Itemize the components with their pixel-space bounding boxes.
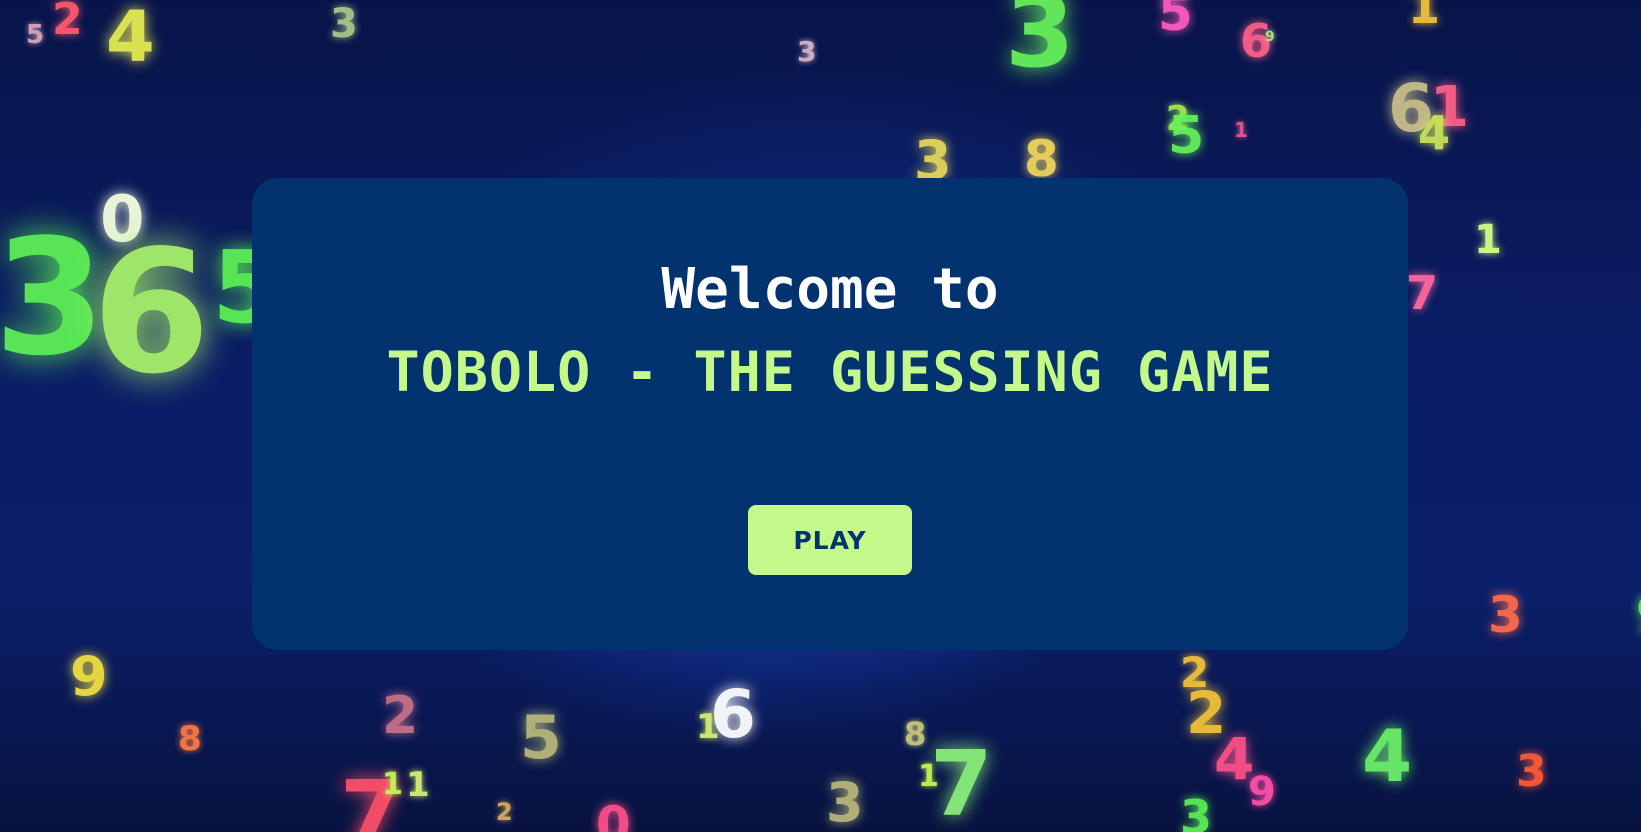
background-digit: 3: [0, 204, 106, 391]
background-digit: 5: [1168, 106, 1205, 166]
background-digit: 5: [520, 703, 562, 773]
background-digit: 1: [1474, 217, 1502, 263]
background-digit: 5: [26, 20, 45, 50]
welcome-panel: Welcome to TOBOLO - THE GUESSING GAME PL…: [252, 178, 1408, 650]
background-digit: 1: [696, 707, 720, 747]
background-digit: 9: [1636, 590, 1641, 640]
background-digit: 4: [1362, 714, 1413, 798]
background-digit: 3: [1005, 0, 1075, 90]
background-digit: 0: [596, 796, 631, 833]
play-button[interactable]: PLAY: [748, 505, 912, 575]
background-digit: 5: [1158, 0, 1193, 42]
background-digit: 1: [382, 767, 403, 802]
game-background: 5243356913614251380365173982568712494371…: [0, 0, 1641, 833]
background-digit: 8: [178, 719, 202, 759]
background-digit: 8: [1024, 130, 1059, 188]
background-digit: 9: [1265, 29, 1275, 45]
background-digit: 3: [1180, 790, 1213, 833]
background-digit: 1: [1408, 0, 1441, 34]
background-digit: 2: [52, 0, 83, 45]
background-digit: 4: [106, 0, 155, 78]
background-digit: 9: [1248, 769, 1276, 815]
background-digit: 3: [1488, 586, 1523, 644]
game-title: TOBOLO - THE GUESSING GAME: [386, 340, 1274, 404]
welcome-heading: Welcome to: [661, 257, 999, 322]
background-digit: 9: [70, 645, 108, 708]
background-digit: 3: [826, 771, 864, 833]
background-digit: 6: [92, 214, 211, 412]
background-digit: 3: [1516, 746, 1547, 797]
background-digit: 2: [1180, 648, 1210, 697]
background-digit: 1: [1234, 118, 1248, 142]
background-digit: 3: [797, 35, 817, 68]
background-digit: 2: [496, 798, 513, 826]
background-digit: 8: [904, 715, 927, 753]
background-digit: 7: [1406, 266, 1439, 320]
background-digit: 3: [330, 1, 358, 47]
background-digit: 2: [382, 686, 419, 746]
background-digit: 4: [1418, 106, 1451, 160]
background-digit: 1: [918, 759, 939, 794]
background-digit: 1: [406, 765, 430, 805]
background-digit: 7: [930, 732, 993, 833]
